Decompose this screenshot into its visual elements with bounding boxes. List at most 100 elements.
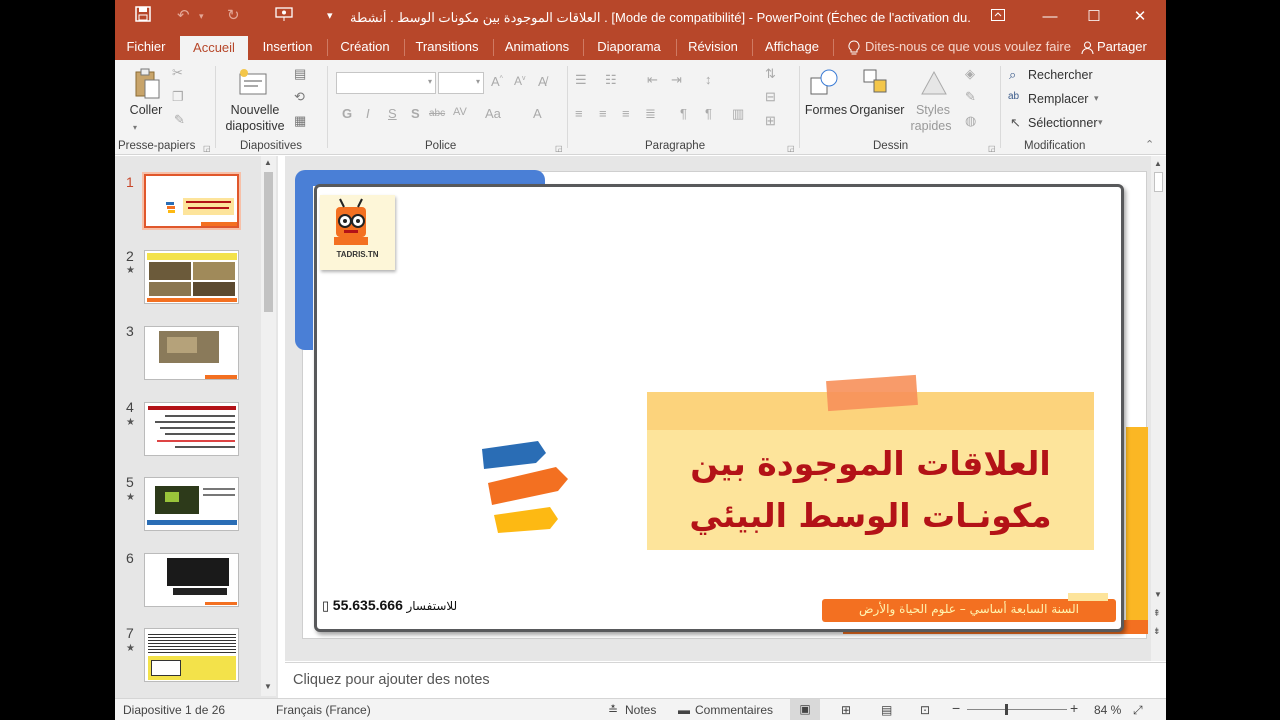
text-direction-icon[interactable]: ⇅ xyxy=(765,66,776,82)
tab-transitions[interactable]: Transitions xyxy=(409,34,485,60)
present-from-start-icon[interactable] xyxy=(275,6,293,26)
slide-thumbnail-2[interactable] xyxy=(144,250,239,304)
justify-icon[interactable]: ≣ xyxy=(645,106,656,122)
copy-icon[interactable]: ❐ xyxy=(172,89,184,105)
language-indicator[interactable]: Français (France) xyxy=(276,703,371,717)
section-icon[interactable]: ▦ xyxy=(294,113,306,129)
shapes-button[interactable]: Formes xyxy=(804,103,848,117)
font-name-combo[interactable]: ▾ xyxy=(336,72,436,94)
tab-accueil[interactable]: Accueil xyxy=(180,36,248,60)
char-spacing-button[interactable]: AV xyxy=(453,106,467,118)
comments-button[interactable]: Commentaires xyxy=(695,703,773,717)
replace-button[interactable]: Remplacer xyxy=(1028,92,1088,106)
quick-styles-button[interactable]: Styles xyxy=(911,103,955,117)
paragraph-launcher-icon[interactable]: ◲ xyxy=(787,144,795,153)
thumbnails-scrollbar[interactable]: ▲ ▼ xyxy=(261,156,276,696)
scroll-up-icon[interactable]: ▲ xyxy=(264,158,272,167)
notes-button[interactable]: Notes xyxy=(625,703,656,717)
slide-thumbnail-4[interactable] xyxy=(144,402,239,456)
zoom-out-button[interactable]: − xyxy=(952,700,960,716)
find-icon[interactable]: ⌕ xyxy=(1009,67,1016,83)
quick-styles-icon[interactable] xyxy=(918,68,950,103)
scroll-down-icon[interactable]: ▼ xyxy=(264,682,272,691)
undo-icon[interactable]: ↶ xyxy=(177,6,190,24)
slide-thumbnail-6[interactable] xyxy=(144,553,239,607)
fit-to-window-icon[interactable]: ⤢ xyxy=(1133,703,1143,718)
tab-fichier[interactable]: Fichier xyxy=(120,34,172,60)
close-button[interactable]: ✕ xyxy=(1125,4,1155,30)
align-text-icon[interactable]: ⊟ xyxy=(765,89,776,105)
normal-view-icon[interactable]: ▣ xyxy=(790,699,820,720)
slide-thumbnail-1[interactable] xyxy=(142,172,241,230)
previous-slide-icon[interactable]: ⇞ xyxy=(1153,608,1161,619)
font-color-button[interactable]: A xyxy=(533,106,542,121)
line-spacing-icon[interactable]: ↕ xyxy=(705,72,712,87)
rtl-icon[interactable]: ¶ xyxy=(680,106,687,121)
slide-scrollbar[interactable]: ▲ ▼ ⇞ ⇟ xyxy=(1151,156,1166,661)
paste-icon[interactable] xyxy=(133,68,161,105)
redo-icon[interactable]: ↻ xyxy=(227,6,240,24)
maximize-button[interactable]: ☐ xyxy=(1079,4,1109,30)
decrease-indent-icon[interactable]: ⇤ xyxy=(647,72,658,88)
customize-qat-icon[interactable]: ▾ xyxy=(327,9,333,22)
shape-effects-icon[interactable]: ◍ xyxy=(965,113,976,129)
tell-me-input[interactable]: Dites-nous ce que vous voulez faire xyxy=(865,34,1071,60)
italic-button[interactable]: I xyxy=(366,106,370,121)
zoom-slider-thumb[interactable] xyxy=(1005,704,1008,715)
slideshow-icon[interactable]: ⊡ xyxy=(920,703,930,717)
paste-button[interactable]: Coller xyxy=(126,103,166,117)
layout-icon[interactable]: ▤ xyxy=(294,66,306,82)
replace-dropdown-icon[interactable]: ▾ xyxy=(1094,93,1099,104)
align-right-icon[interactable]: ≡ xyxy=(622,106,630,121)
tab-diaporama[interactable]: Diaporama xyxy=(589,34,669,60)
select-dropdown-icon[interactable]: ▾ xyxy=(1098,117,1103,128)
align-left-icon[interactable]: ≡ xyxy=(575,106,583,121)
align-center-icon[interactable]: ≡ xyxy=(599,106,607,121)
shapes-icon[interactable] xyxy=(809,68,841,103)
save-icon[interactable] xyxy=(135,6,151,26)
decrease-font-icon[interactable]: Av xyxy=(514,74,526,88)
minimize-button[interactable]: — xyxy=(1035,4,1065,30)
tab-animations[interactable]: Animations xyxy=(498,34,576,60)
slide-thumbnail-5[interactable] xyxy=(144,477,239,531)
drawing-launcher-icon[interactable]: ◲ xyxy=(988,144,996,153)
new-slide-icon[interactable] xyxy=(238,68,270,103)
shape-outline-icon[interactable]: ✎ xyxy=(965,89,976,105)
quick-styles-button-line2[interactable]: rapides xyxy=(905,119,957,133)
font-size-combo[interactable]: ▾ xyxy=(438,72,484,94)
zoom-level[interactable]: 84 % xyxy=(1094,703,1121,717)
smartart-icon[interactable]: ⊞ xyxy=(765,113,776,129)
clipboard-launcher-icon[interactable]: ◲ xyxy=(203,144,211,153)
strikethrough-button[interactable]: abc xyxy=(429,108,445,119)
cut-icon[interactable]: ✂ xyxy=(172,65,183,81)
shadow-button[interactable]: S xyxy=(411,106,420,121)
slide-thumbnail-7[interactable] xyxy=(144,628,239,682)
bullets-icon[interactable]: ☰ xyxy=(575,72,587,88)
select-icon[interactable]: ↖ xyxy=(1010,115,1021,131)
ltr-icon[interactable]: ¶ xyxy=(705,106,712,121)
new-slide-button[interactable]: Nouvelle xyxy=(225,103,285,117)
reset-icon[interactable]: ⟲ xyxy=(294,89,305,105)
undo-dropdown-icon[interactable]: ▾ xyxy=(199,11,204,22)
zoom-slider[interactable] xyxy=(967,709,1067,710)
columns-icon[interactable]: ▥ xyxy=(732,106,744,122)
scroll-up-icon[interactable]: ▲ xyxy=(1154,159,1162,168)
bold-button[interactable]: G xyxy=(342,106,352,121)
next-slide-icon[interactable]: ⇟ xyxy=(1153,626,1161,637)
increase-font-icon[interactable]: A^ xyxy=(491,74,503,89)
tab-revision[interactable]: Révision xyxy=(681,34,745,60)
shape-fill-icon[interactable]: ◈ xyxy=(965,66,975,82)
share-button[interactable]: Partager xyxy=(1097,34,1161,60)
font-launcher-icon[interactable]: ◲ xyxy=(555,144,563,153)
zoom-in-button[interactable]: + xyxy=(1070,700,1078,716)
select-button[interactable]: Sélectionner xyxy=(1028,116,1098,130)
tab-insertion[interactable]: Insertion xyxy=(255,34,320,60)
slide-sorter-icon[interactable]: ⊞ xyxy=(841,703,851,717)
numbering-icon[interactable]: ☷ xyxy=(605,72,617,88)
slide-canvas[interactable]: TADRIS.TN العلاقات الموجودة بين مكونـات … xyxy=(295,170,1148,639)
format-painter-icon[interactable]: ✎ xyxy=(174,112,185,128)
increase-indent-icon[interactable]: ⇥ xyxy=(671,72,682,88)
notes-placeholder[interactable]: Cliquez pour ajouter des notes xyxy=(293,672,490,688)
reading-view-icon[interactable]: ▤ xyxy=(881,703,892,717)
title-placeholder[interactable]: العلاقات الموجودة بين مكونـات الوسط البي… xyxy=(647,374,1094,550)
